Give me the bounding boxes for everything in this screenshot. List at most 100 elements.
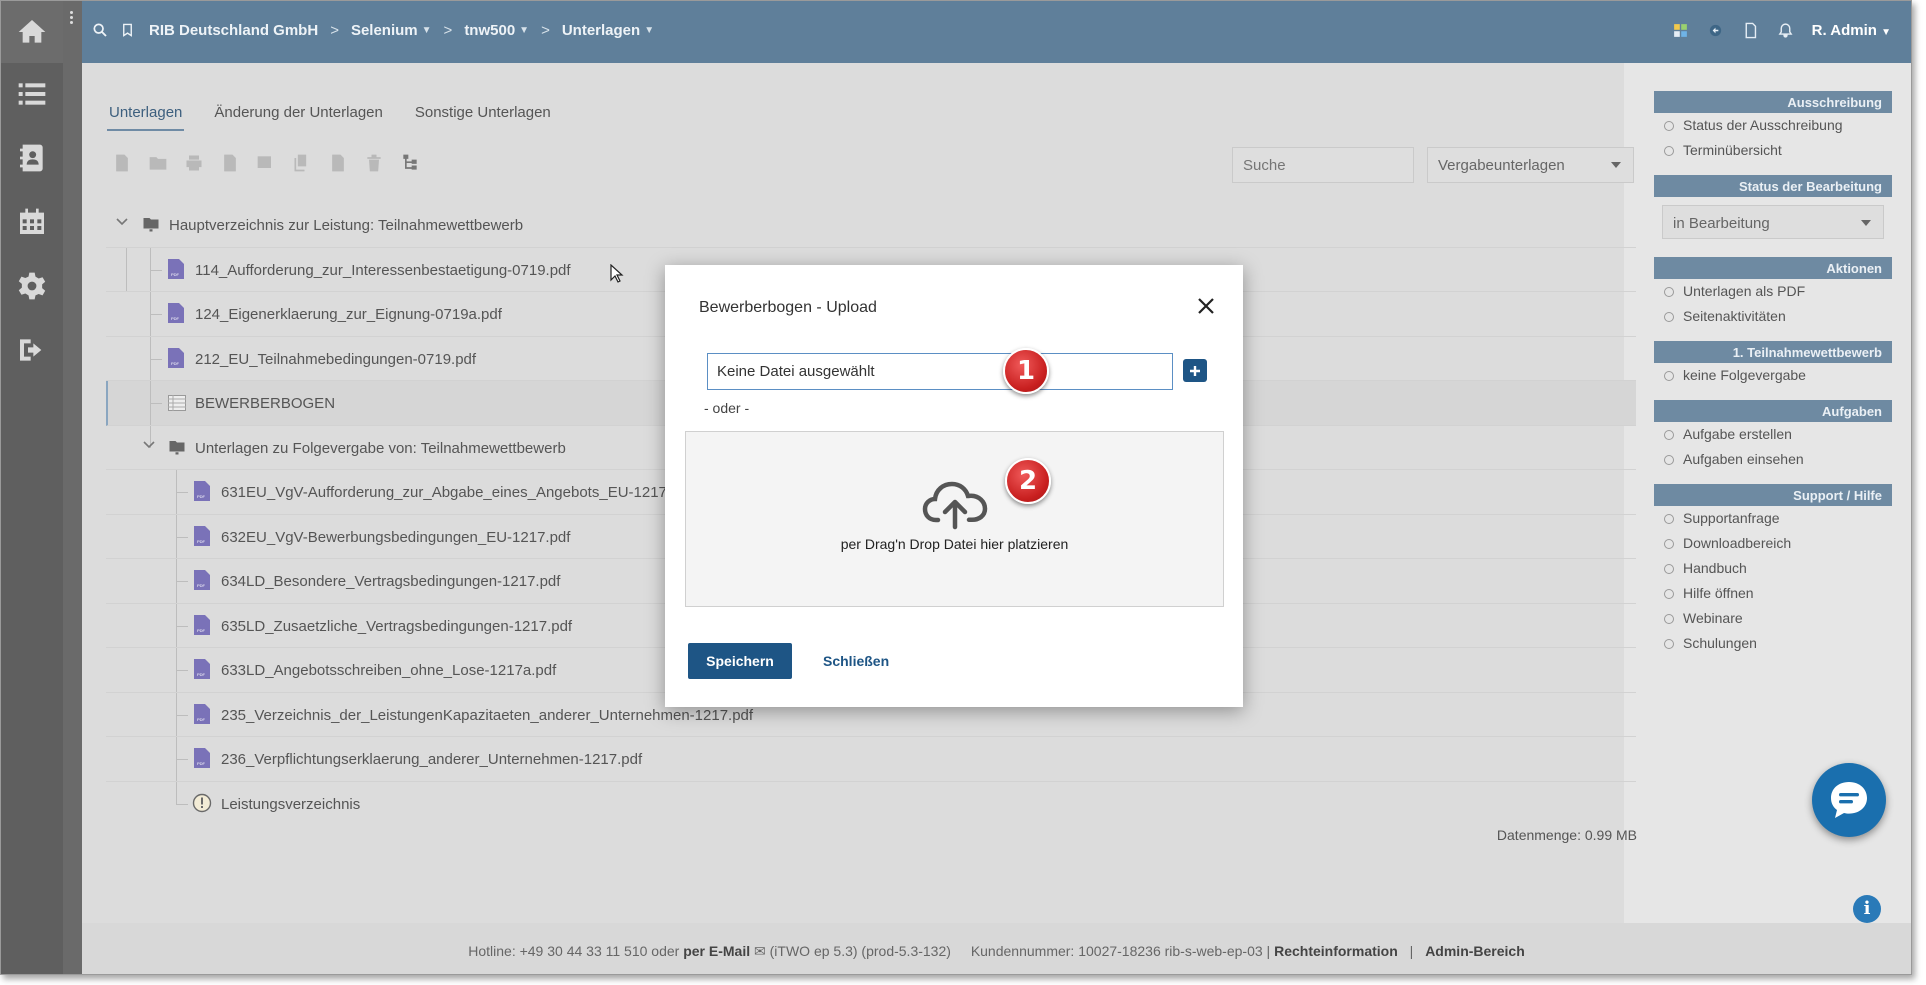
search-icon[interactable] xyxy=(92,22,108,38)
tab-bar: Unterlagen Änderung der Unterlagen Sonst… xyxy=(107,98,553,131)
circle-icon xyxy=(1664,287,1674,297)
list-nav-button[interactable] xyxy=(1,63,63,125)
document-icon[interactable] xyxy=(1742,22,1759,39)
section-aktionen: Aktionen Unterlagen als PDF Seitenaktivi… xyxy=(1654,257,1892,329)
file-input[interactable]: Keine Datei ausgewählt xyxy=(707,353,1173,390)
sidebar-link-unterlagen-pdf[interactable]: Unterlagen als PDF xyxy=(1654,279,1892,304)
gear-icon xyxy=(18,272,46,300)
footer-rechteinformation-link[interactable]: Rechteinformation xyxy=(1274,943,1398,959)
search-input[interactable] xyxy=(1232,147,1414,183)
logout-icon xyxy=(20,339,42,361)
sidebar-link-supportanfrage[interactable]: Supportanfrage xyxy=(1654,506,1892,531)
chevron-down-icon[interactable] xyxy=(116,216,128,228)
sidebar-link-handbuch[interactable]: Handbuch xyxy=(1654,556,1892,581)
tree-row-file[interactable]: PDF 236_Verpflichtungserklaerung_anderer… xyxy=(106,737,1636,782)
circle-icon xyxy=(1664,430,1674,440)
breadcrumb-separator: > xyxy=(443,21,453,39)
nav-collapse-strip[interactable] xyxy=(63,1,82,974)
sidebar-link-webinare[interactable]: Webinare xyxy=(1654,606,1892,631)
chevron-down-icon: ▼ xyxy=(1881,26,1891,38)
sidebar-link-hilfe[interactable]: Hilfe öffnen xyxy=(1654,581,1892,606)
drop-zone-text: per Drag'n Drop Datei hier platzieren xyxy=(840,536,1069,552)
svg-text:PDF: PDF xyxy=(197,628,206,633)
footer-admin-link[interactable]: Admin-Bereich xyxy=(1425,943,1525,959)
sidebar-link-schulungen[interactable]: Schulungen xyxy=(1654,631,1892,656)
sidebar-link-label: Handbuch xyxy=(1683,560,1747,576)
pdf-file-icon: PDF xyxy=(168,258,184,279)
home-icon xyxy=(18,20,46,43)
tree-structure-icon[interactable] xyxy=(400,153,420,173)
cloud-upload-icon xyxy=(922,481,988,530)
svg-text:PDF: PDF xyxy=(197,494,206,499)
section-header: Aktionen xyxy=(1654,257,1892,279)
breadcrumb: RIB Deutschland GmbH > Selenium ▼ > tnw50… xyxy=(92,1,654,59)
drop-zone[interactable]: per Drag'n Drop Datei hier platzieren xyxy=(685,431,1224,607)
annotation-badge-2: 2 xyxy=(1005,458,1051,504)
tree-row-warning[interactable]: Leistungsverzeichnis xyxy=(106,781,1636,827)
sync-icon[interactable] xyxy=(1707,22,1724,39)
breadcrumb-separator: > xyxy=(541,21,550,39)
sidebar-link-folgevergabe[interactable]: keine Folgevergabe xyxy=(1654,363,1892,388)
copy-icon[interactable] xyxy=(292,153,312,173)
plus-icon xyxy=(1190,365,1200,376)
document-move-icon[interactable] xyxy=(328,153,348,173)
logout-nav-button[interactable] xyxy=(1,319,63,381)
breadcrumb-item-project[interactable]: Selenium xyxy=(351,22,418,39)
sidebar-link-downloadbereich[interactable]: Downloadbereich xyxy=(1654,531,1892,556)
svg-text:PDF: PDF xyxy=(197,672,206,677)
breadcrumb-item-page[interactable]: Unterlagen xyxy=(562,22,640,39)
trash-icon[interactable] xyxy=(364,153,384,173)
tab-aenderung[interactable]: Änderung der Unterlagen xyxy=(212,98,384,131)
tab-unterlagen[interactable]: Unterlagen xyxy=(107,98,185,131)
chevron-down-icon[interactable]: ▼ xyxy=(644,25,654,36)
sidebar-link-aufgabe-erstellen[interactable]: Aufgabe erstellen xyxy=(1654,422,1892,447)
info-button[interactable]: i xyxy=(1853,895,1881,923)
pdf-file-icon: PDF xyxy=(194,748,210,768)
calendar-nav-button[interactable] xyxy=(1,191,63,253)
section-header: 1. Teilnahmewettbewerb xyxy=(1654,341,1892,363)
sidebar-link-seitenaktivitaeten[interactable]: Seitenaktivitäten xyxy=(1654,304,1892,329)
vergabeunterlagen-select[interactable]: Vergabeunterlagen xyxy=(1427,147,1634,183)
svg-text:PDF: PDF xyxy=(197,539,206,544)
circle-icon xyxy=(1664,455,1674,465)
svg-text:PDF: PDF xyxy=(171,361,180,366)
breadcrumb-item-company[interactable]: RIB Deutschland GmbH xyxy=(149,22,318,39)
bookmark-icon[interactable] xyxy=(120,22,135,38)
sidebar-link-terminuebersicht[interactable]: Terminübersicht xyxy=(1654,138,1892,163)
print-icon[interactable] xyxy=(184,153,204,173)
new-folder-icon[interactable] xyxy=(148,153,168,173)
pdf-file-icon: PDF xyxy=(194,614,210,635)
new-document-icon[interactable] xyxy=(112,153,132,173)
close-icon[interactable] xyxy=(1197,297,1215,315)
svg-text:PDF: PDF xyxy=(171,316,180,321)
contacts-nav-button[interactable] xyxy=(1,127,63,189)
footer-email-link[interactable]: per E-Mail xyxy=(683,943,750,959)
svg-text:PDF: PDF xyxy=(197,761,206,766)
chevron-down-icon[interactable]: ▼ xyxy=(519,25,529,36)
table-add-icon[interactable] xyxy=(256,153,276,173)
apps-icon[interactable] xyxy=(1672,22,1689,39)
breadcrumb-item-procedure[interactable]: tnw500 xyxy=(464,22,515,39)
bell-icon[interactable] xyxy=(1777,22,1794,39)
close-button[interactable]: Schließen xyxy=(823,653,889,669)
chat-button[interactable] xyxy=(1812,763,1886,837)
sidebar-link-status-ausschreibung[interactable]: Status der Ausschreibung xyxy=(1654,113,1892,138)
upload-dialog: Bewerberbogen - Upload Keine Datei ausge… xyxy=(665,265,1243,707)
status-select[interactable]: in Bearbeitung xyxy=(1662,205,1884,239)
tree-line xyxy=(150,403,162,404)
settings-nav-button[interactable] xyxy=(1,255,63,317)
chevron-down-icon[interactable] xyxy=(143,439,155,451)
tab-sonstige[interactable]: Sonstige Unterlagen xyxy=(413,98,553,131)
tree-row-folder[interactable]: Hauptverzeichnis zur Leistung: Teilnahme… xyxy=(106,203,1636,248)
home-nav-button[interactable] xyxy=(1,1,63,63)
svg-text:PDF: PDF xyxy=(197,583,206,588)
add-file-button[interactable] xyxy=(1183,359,1207,382)
chevron-down-icon[interactable]: ▼ xyxy=(422,25,432,36)
pdf-file-icon: PDF xyxy=(194,525,210,546)
tree-line xyxy=(176,759,188,760)
user-menu[interactable]: R. Admin ▼ xyxy=(1812,22,1891,39)
save-button[interactable]: Speichern xyxy=(688,643,792,679)
sidebar-link-aufgaben-einsehen[interactable]: Aufgaben einsehen xyxy=(1654,447,1892,472)
svg-text:PDF: PDF xyxy=(197,717,206,722)
document-edit-icon[interactable] xyxy=(220,153,240,173)
